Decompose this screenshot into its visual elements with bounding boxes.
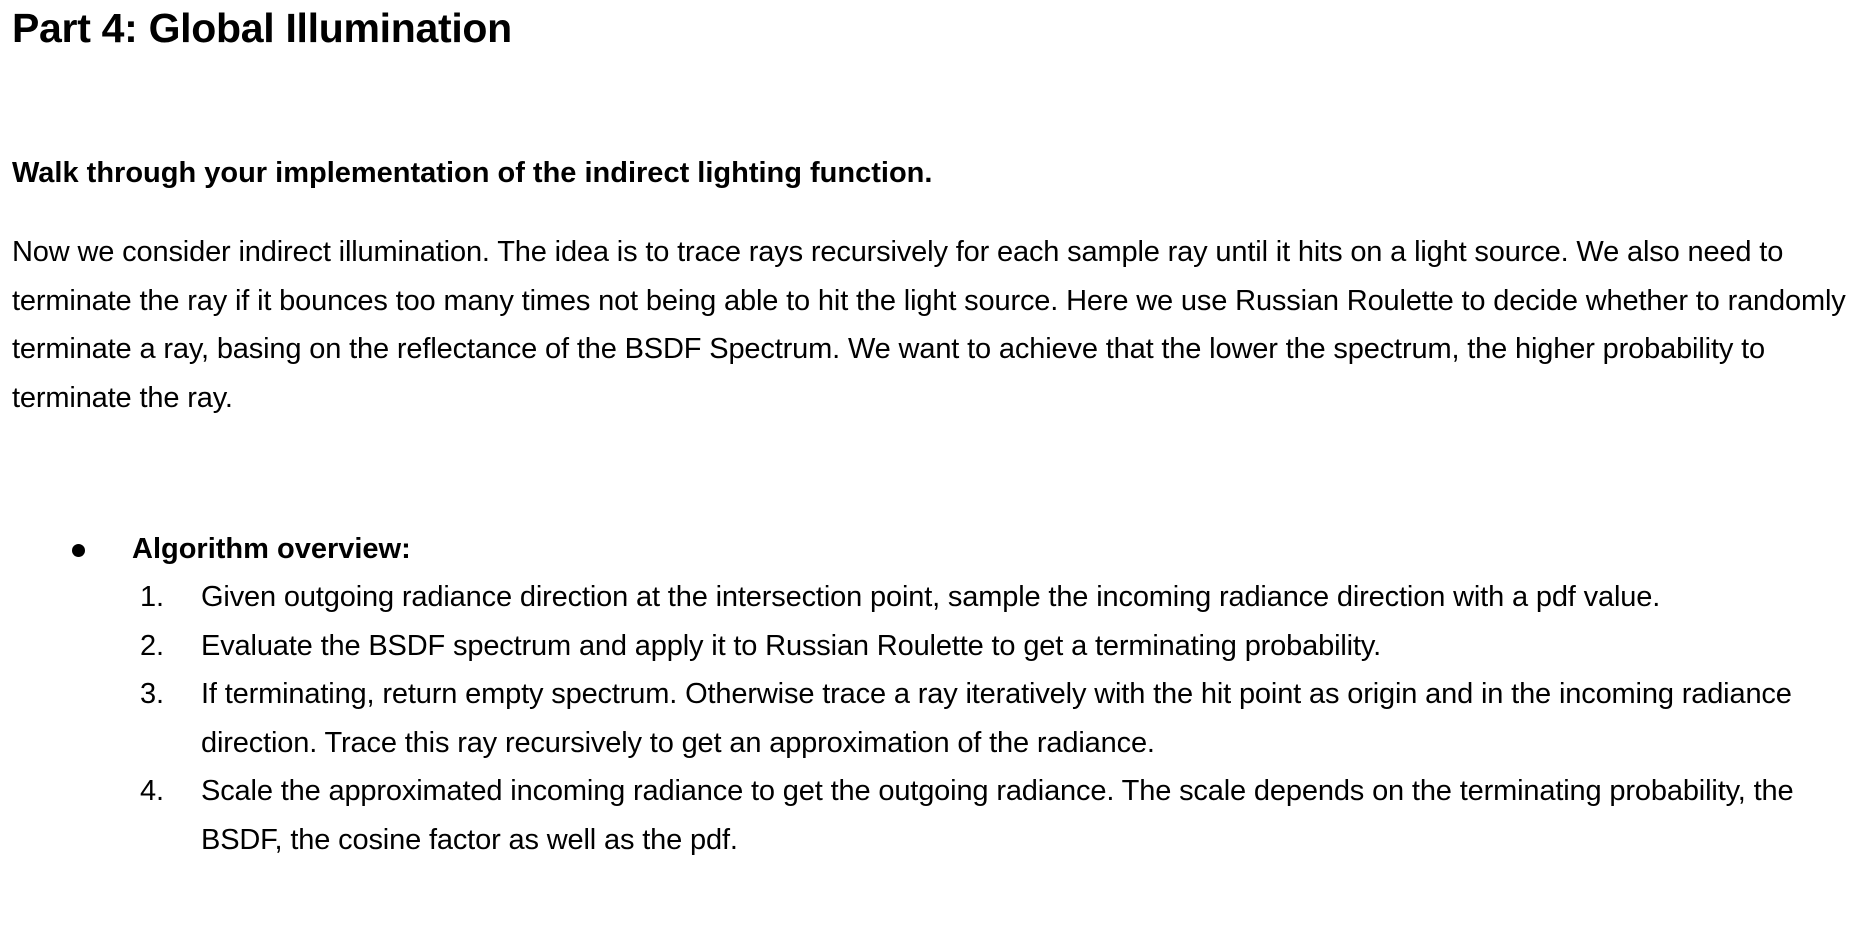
list-item: 2. Evaluate the BSDF spectrum and apply … [12, 622, 1862, 671]
list-item: 3. If terminating, return empty spectrum… [12, 670, 1862, 767]
document-page: Part 4: Global Illumination Walk through… [0, 0, 1873, 929]
step-text: Evaluate the BSDF spectrum and apply it … [201, 629, 1381, 662]
question-heading: Walk through your implementation of the … [12, 157, 933, 189]
page-title: Part 4: Global Illumination [12, 5, 512, 51]
step-number: 3. [140, 678, 164, 710]
step-number: 4. [140, 775, 164, 807]
bullet-dot-icon [72, 544, 85, 557]
step-text: Given outgoing radiance direction at the… [201, 581, 1661, 613]
list-item: 1. Given outgoing radiance direction at … [12, 573, 1862, 622]
body-paragraph: Now we consider indirect illumination. T… [12, 236, 1846, 414]
step-text: Scale the approximated incoming radiance… [201, 775, 1794, 856]
step-text: If terminating, return empty spectrum. O… [201, 678, 1792, 759]
algorithm-steps-list: 1. Given outgoing radiance direction at … [12, 573, 1862, 864]
step-number: 2. [140, 629, 164, 662]
list-item: 4. Scale the approximated incoming radia… [12, 767, 1862, 864]
step-number: 1. [140, 581, 164, 613]
bullet-label: Algorithm overview: [132, 533, 411, 565]
